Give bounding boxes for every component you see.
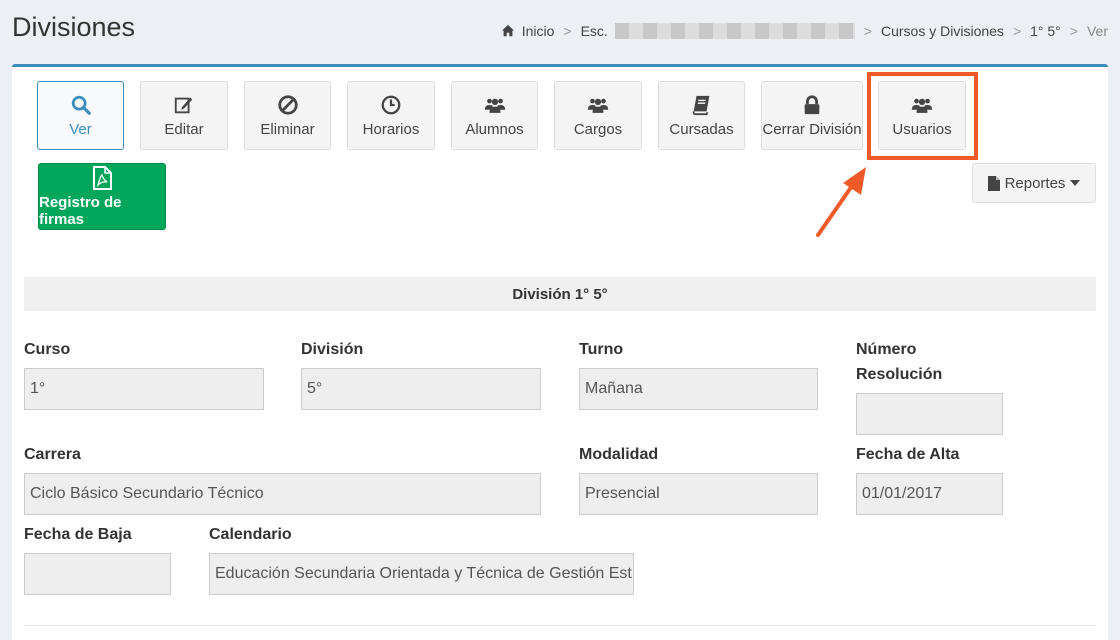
numero-resolucion-label-line1: Número	[856, 341, 917, 358]
fecha-baja-label: Fecha de Baja	[24, 526, 132, 543]
usuarios-button-label: Usuarios	[892, 120, 952, 138]
editar-button[interactable]: Editar	[140, 81, 228, 150]
home-icon	[501, 24, 514, 37]
ver-button[interactable]: Ver	[37, 81, 124, 150]
eliminar-button-label: Eliminar	[260, 120, 315, 138]
turno-field[interactable]: Mañana	[579, 368, 818, 410]
turno-label: Turno	[579, 341, 624, 358]
alumnos-button-label: Alumnos	[465, 120, 524, 138]
ban-icon	[277, 94, 298, 115]
users-icon	[484, 98, 505, 113]
edit-icon	[174, 97, 193, 113]
breadcrumb-separator: >	[563, 23, 572, 39]
cursadas-button[interactable]: Cursadas	[658, 81, 745, 150]
editar-button-label: Editar	[164, 120, 204, 138]
divider	[24, 625, 1096, 626]
numero-resolucion-label-line2: Resolución	[856, 366, 943, 383]
horarios-button-label: Horarios	[362, 120, 420, 138]
reportes-label: Reportes	[1004, 174, 1066, 192]
breadcrumb-home[interactable]: Inicio	[522, 23, 555, 39]
registro-firmas-button[interactable]: Registro de firmas	[38, 163, 166, 230]
division-field[interactable]: 5°	[301, 368, 541, 410]
caret-down-icon	[1070, 180, 1081, 186]
calendario-field[interactable]: Educación Secundaria Orientada y Técnica…	[209, 553, 634, 595]
curso-label: Curso	[24, 341, 71, 358]
page-title: Divisiones	[12, 12, 136, 42]
breadcrumb-separator: >	[863, 23, 872, 39]
breadcrumb-division[interactable]: 1° 5°	[1030, 23, 1061, 39]
cursadas-button-label: Cursadas	[669, 120, 734, 138]
modalidad-label: Modalidad	[579, 446, 659, 463]
breadcrumb-separator: >	[1012, 23, 1022, 39]
users-icon	[911, 98, 933, 113]
fecha-alta-field[interactable]: 01/01/2017	[856, 473, 1003, 515]
content-box: Ver Editar Eliminar Horarios Alumnos Car…	[12, 64, 1108, 640]
curso-field[interactable]: 1°	[24, 368, 264, 410]
usuarios-button[interactable]: Usuarios	[878, 81, 966, 150]
users-icon	[587, 98, 609, 113]
reportes-dropdown-button[interactable]: Reportes	[972, 163, 1096, 203]
lock-icon	[804, 94, 820, 114]
alumnos-button[interactable]: Alumnos	[451, 81, 538, 150]
cerrar-division-button[interactable]: Cerrar División	[761, 81, 863, 150]
breadcrumb: Inicio > Esc. > Cursos y Divisiones > 1°…	[501, 23, 1108, 39]
breadcrumb-separator: >	[1069, 23, 1078, 39]
clock-icon	[381, 95, 401, 114]
breadcrumb-courses[interactable]: Cursos y Divisiones	[881, 23, 1004, 39]
registro-firmas-label: Registro de firmas	[39, 193, 122, 228]
file-icon	[987, 175, 1000, 191]
division-label: División	[301, 341, 364, 358]
book-icon	[692, 95, 709, 115]
carrera-label: Carrera	[24, 446, 81, 463]
ver-button-label: Ver	[69, 120, 92, 138]
cargos-button-label: Cargos	[573, 120, 623, 138]
arrow-annotation	[816, 167, 866, 237]
calendario-label: Calendario	[209, 526, 292, 543]
cargos-button[interactable]: Cargos	[554, 81, 642, 150]
pdf-file-icon	[93, 165, 112, 190]
breadcrumb-current: Ver	[1086, 23, 1108, 39]
numero-resolucion-field[interactable]	[856, 393, 1003, 435]
cerrar-division-button-label: Cerrar División	[762, 120, 862, 138]
horarios-button[interactable]: Horarios	[347, 81, 435, 150]
carrera-field[interactable]: Ciclo Básico Secundario Técnico	[24, 473, 541, 515]
section-title: División 1° 5°	[24, 277, 1096, 311]
breadcrumb-school-prefix[interactable]: Esc.	[581, 23, 608, 39]
fecha-baja-field[interactable]	[24, 553, 171, 595]
search-icon	[71, 95, 91, 115]
fecha-alta-label: Fecha de Alta	[856, 446, 960, 463]
modalidad-field[interactable]: Presencial	[579, 473, 818, 515]
eliminar-button[interactable]: Eliminar	[244, 81, 331, 150]
redacted-school-name	[614, 23, 855, 39]
